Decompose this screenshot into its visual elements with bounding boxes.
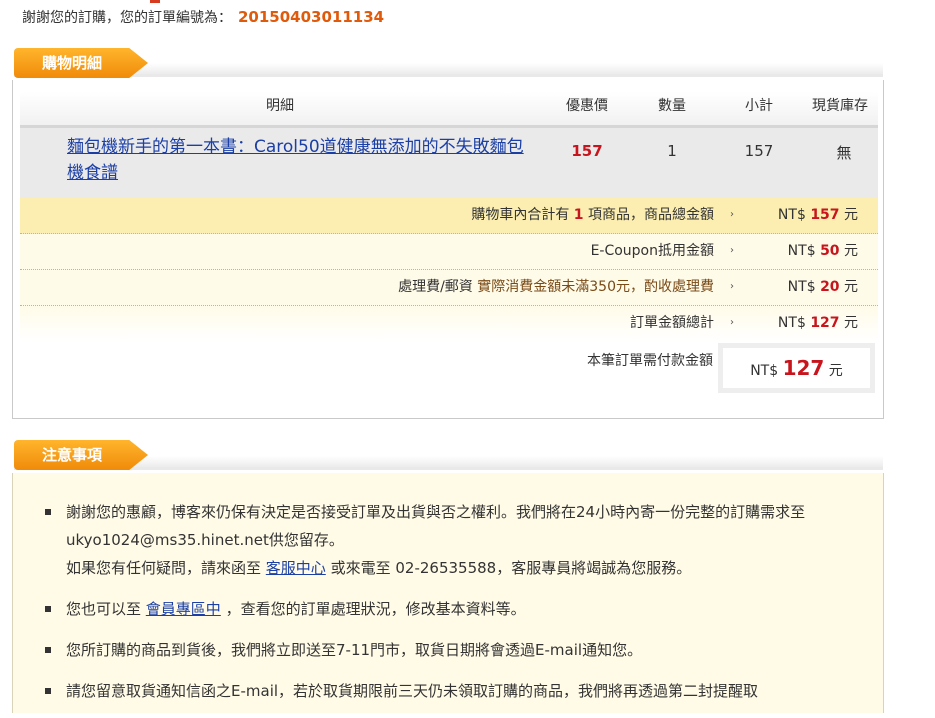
col-price: 優惠價 [566,98,608,114]
order-number: 20150403011134 [238,8,385,26]
details-section-tab: 購物明細 [14,48,148,78]
notice-panel: 謝謝您的惠顧，博客來仍保有決定是否接受訂單及出貨與否之權利。我們將在24小時內寄… [12,473,884,713]
payment-amount-box: NT$ 127 元 [718,343,875,393]
payment-amount: 127 [782,356,825,380]
total-label: 訂單金額總計 [630,315,714,331]
notice-section-divider [14,456,883,470]
cart-total-label: 購物車內合計有 1 項商品，商品總金額 [471,207,714,223]
list-item: 請您留意取貨通知信函之E-mail，若於取貨期限前三天仍未領取訂購的商品，我們將… [43,677,863,705]
col-detail: 明細 [266,98,294,114]
fee-amount: NT$ 20 元 [787,279,858,295]
summary-coupon-row: E-Coupon抵用金額 › NT$ 50 元 [20,234,878,270]
item-price: 157 [571,142,603,160]
fee-note: 實際消費金額未滿350元，酌收處理費 [477,279,714,295]
notice-list: 謝謝您的惠顧，博客來仍保有決定是否接受訂單及出貨與否之權利。我們將在24小時內寄… [43,498,863,718]
bullet-icon [45,606,51,612]
summary-cart-row: 購物車內合計有 1 項商品，商品總金額 › NT$ 157 元 [20,198,878,234]
order-details-panel: 明細 優惠價 數量 小計 現貨庫存 麵包機新手的第一本書：Carol50道健康無… [12,80,884,419]
bullet-icon [45,509,51,515]
customer-service-link[interactable]: 客服中心 [266,559,326,577]
col-stock: 現貨庫存 [812,98,868,114]
bullet-icon [45,688,51,694]
item-stock: 無 [836,144,852,162]
notice-section-tab: 注意事項 [14,440,148,470]
table-row: 麵包機新手的第一本書：Carol50道健康無添加的不失敗麵包機食譜 157 1 … [20,128,878,198]
arrow-icon: › [730,317,734,328]
bullet-icon [45,647,51,653]
fee-label: 處理費/郵資 實際消費金額未滿350元，酌收處理費 [398,279,714,295]
order-thanks-message: 謝謝您的訂購，您的訂單編號為： 20150403011134 [22,7,384,27]
item-qty: 1 [667,142,677,160]
table-header: 明細 優惠價 數量 小計 現貨庫存 [20,92,878,128]
top-accent-strip [150,0,160,3]
col-qty: 數量 [658,98,686,114]
cart-item-count: 1 [573,207,584,223]
arrow-icon: › [730,245,734,256]
arrow-icon: › [730,209,734,220]
col-subtotal: 小計 [745,98,773,114]
item-subtotal: 157 [744,142,774,160]
summary-fee-row: 處理費/郵資 實際消費金額未滿350元，酌收處理費 › NT$ 20 元 [20,270,878,306]
cart-total-amount: NT$ 157 元 [777,207,858,223]
arrow-icon: › [730,281,734,292]
payment-label: 本筆訂單需付款金額 [587,353,713,369]
coupon-amount: NT$ 50 元 [787,243,858,259]
coupon-label: E-Coupon抵用金額 [590,243,714,259]
summary-total-row: 訂單金額總計 › NT$ 127 元 [20,306,878,342]
list-item: 您也可以至 會員專區中 ，查看您的訂單處理狀況，修改基本資料等。 [43,595,863,623]
thanks-text: 謝謝您的訂購，您的訂單編號為： [22,10,232,26]
member-area-link[interactable]: 會員專區中 [146,600,221,618]
product-title-link[interactable]: 麵包機新手的第一本書：Carol50道健康無添加的不失敗麵包機食譜 [67,134,537,186]
list-item: 您所訂購的商品到貨後，我們將立即送至7-11門市，取貨日期將會透過E-mail通… [43,636,863,664]
list-item: 謝謝您的惠顧，博客來仍保有決定是否接受訂單及出貨與否之權利。我們將在24小時內寄… [43,498,863,582]
total-amount: NT$ 127 元 [777,315,858,331]
